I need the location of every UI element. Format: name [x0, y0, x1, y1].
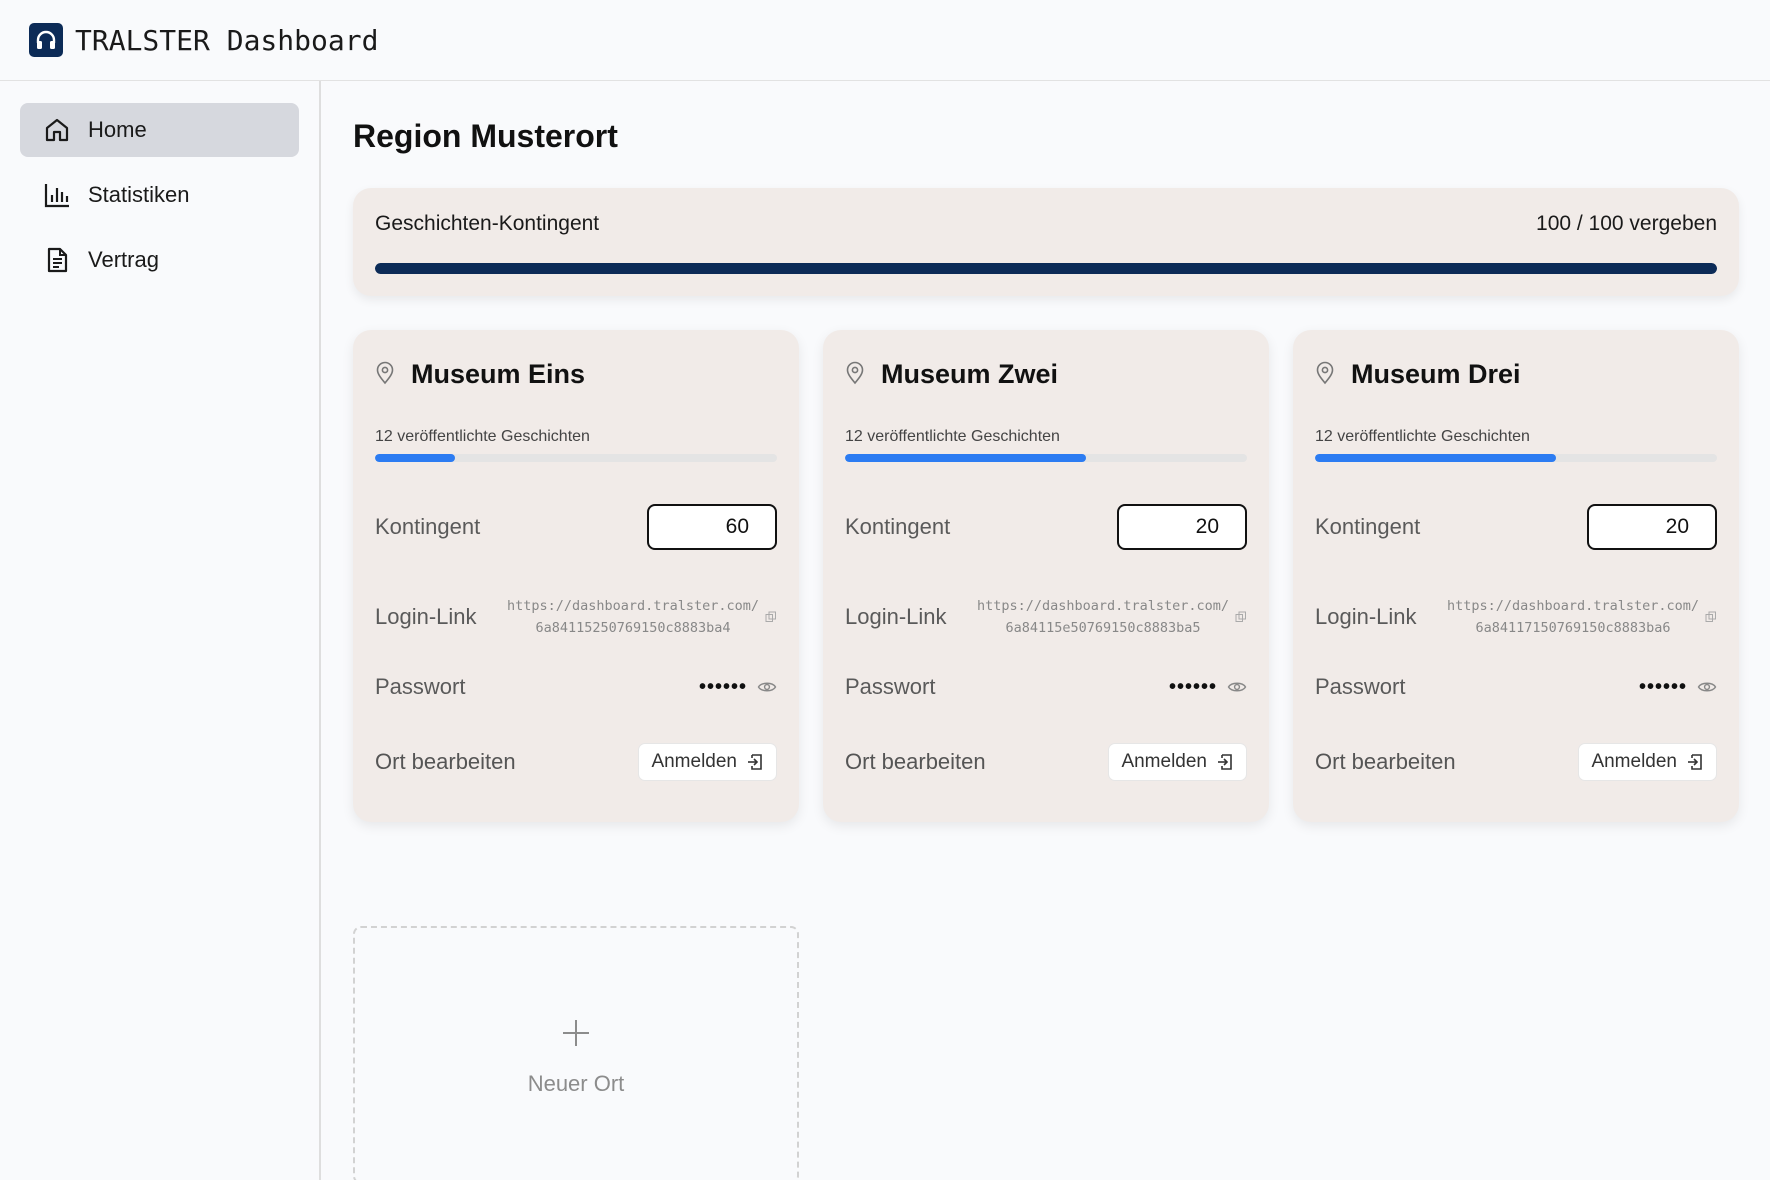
quota-label: Geschichten-Kontingent	[375, 212, 600, 235]
sidebar-item-label: Vertrag	[88, 247, 159, 272]
published-progress-bar	[845, 454, 1247, 462]
eye-icon[interactable]	[757, 680, 777, 694]
password-label: Passwort	[375, 674, 466, 699]
tralster-logo-icon[interactable]	[29, 23, 63, 57]
password-value: ••••••	[698, 675, 747, 698]
published-stories-label: 12 veröffentlichte Geschichten	[375, 428, 590, 445]
top-bar: TRALSTER Dashboard	[0, 0, 1770, 81]
login-link-label: Login-Link	[375, 604, 477, 629]
quota-card: Geschichten-Kontingent 100 / 100 vergebe…	[353, 188, 1739, 296]
kontingent-label: Kontingent	[375, 514, 481, 539]
home-icon	[42, 115, 72, 145]
sign-in-icon	[1686, 753, 1704, 771]
eye-icon[interactable]	[1227, 680, 1247, 694]
published-stories-label: 12 veröffentlichte Geschichten	[845, 428, 1060, 445]
map-pin-icon	[845, 361, 867, 387]
login-button[interactable]: Anmelden	[1578, 743, 1717, 781]
location-card: Museum Zwei 12 veröffentlichte Geschicht…	[823, 330, 1269, 822]
quota-status: 100 / 100 vergeben	[1536, 212, 1717, 235]
sidebar-item-label: Home	[88, 117, 147, 142]
new-location-button[interactable]: Neuer Ort	[353, 926, 799, 1180]
kontingent-label: Kontingent	[1315, 514, 1421, 539]
main-content: Region Musterort Geschichten-Kontingent …	[353, 81, 1739, 1180]
password-label: Passwort	[1315, 674, 1406, 699]
login-button[interactable]: Anmelden	[638, 743, 777, 781]
copy-icon[interactable]	[1235, 611, 1247, 623]
login-link-url[interactable]: https://dashboard.tralster.com/6a84115e5…	[977, 595, 1229, 639]
sidebar-item-statistiken[interactable]: Statistiken	[20, 168, 299, 222]
login-link-url[interactable]: https://dashboard.tralster.com/6a8411525…	[507, 595, 759, 639]
app-title: TRALSTER Dashboard	[75, 23, 379, 57]
eye-icon[interactable]	[1697, 680, 1717, 694]
login-button-label: Anmelden	[651, 751, 737, 772]
published-progress-fill	[1315, 454, 1557, 462]
location-card: Museum Drei 12 veröffentlichte Geschicht…	[1293, 330, 1739, 822]
login-button-label: Anmelden	[1591, 751, 1677, 772]
sidebar-item-home[interactable]: Home	[20, 103, 299, 157]
copy-icon[interactable]	[1705, 611, 1717, 623]
sidebar: Home Statistiken Vertrag	[0, 81, 321, 1180]
copy-icon[interactable]	[765, 611, 777, 623]
login-button[interactable]: Anmelden	[1108, 743, 1247, 781]
page-title: Region Musterort	[353, 118, 618, 154]
location-name: Museum Eins	[411, 358, 586, 389]
quota-progress-bar	[375, 263, 1717, 274]
password-value: ••••••	[1638, 675, 1687, 698]
kontingent-label: Kontingent	[845, 514, 951, 539]
sidebar-item-label: Statistiken	[88, 182, 190, 207]
sidebar-item-vertrag[interactable]: Vertrag	[20, 233, 299, 287]
map-pin-icon	[375, 361, 397, 387]
login-link-label: Login-Link	[845, 604, 947, 629]
document-icon	[42, 245, 72, 275]
quota-progress-fill	[375, 263, 1717, 274]
login-link-url[interactable]: https://dashboard.tralster.com/6a8411715…	[1447, 595, 1699, 639]
kontingent-input[interactable]	[1117, 504, 1247, 550]
location-name: Museum Zwei	[881, 358, 1059, 389]
login-link-label: Login-Link	[1315, 604, 1417, 629]
edit-location-link[interactable]: Ort bearbeiten	[375, 749, 516, 775]
kontingent-input[interactable]	[1587, 504, 1717, 550]
password-label: Passwort	[845, 674, 936, 699]
sign-in-icon	[1216, 753, 1234, 771]
location-card: Museum Eins 12 veröffentlichte Geschicht…	[353, 330, 799, 822]
map-pin-icon	[1315, 361, 1337, 387]
edit-location-link[interactable]: Ort bearbeiten	[845, 749, 986, 775]
plus-icon	[561, 1013, 591, 1053]
new-location-label: Neuer Ort	[527, 1071, 625, 1096]
login-button-label: Anmelden	[1121, 751, 1207, 772]
published-stories-label: 12 veröffentlichte Geschichten	[1315, 428, 1530, 445]
password-value: ••••••	[1168, 675, 1217, 698]
location-name: Museum Drei	[1351, 358, 1521, 389]
kontingent-input[interactable]	[647, 504, 777, 550]
published-progress-bar	[1315, 454, 1717, 462]
edit-location-link[interactable]: Ort bearbeiten	[1315, 749, 1456, 775]
published-progress-fill	[845, 454, 1087, 462]
published-progress-bar	[375, 454, 777, 462]
published-progress-fill	[375, 454, 456, 462]
bar-chart-icon	[42, 180, 72, 210]
sign-in-icon	[746, 753, 764, 771]
